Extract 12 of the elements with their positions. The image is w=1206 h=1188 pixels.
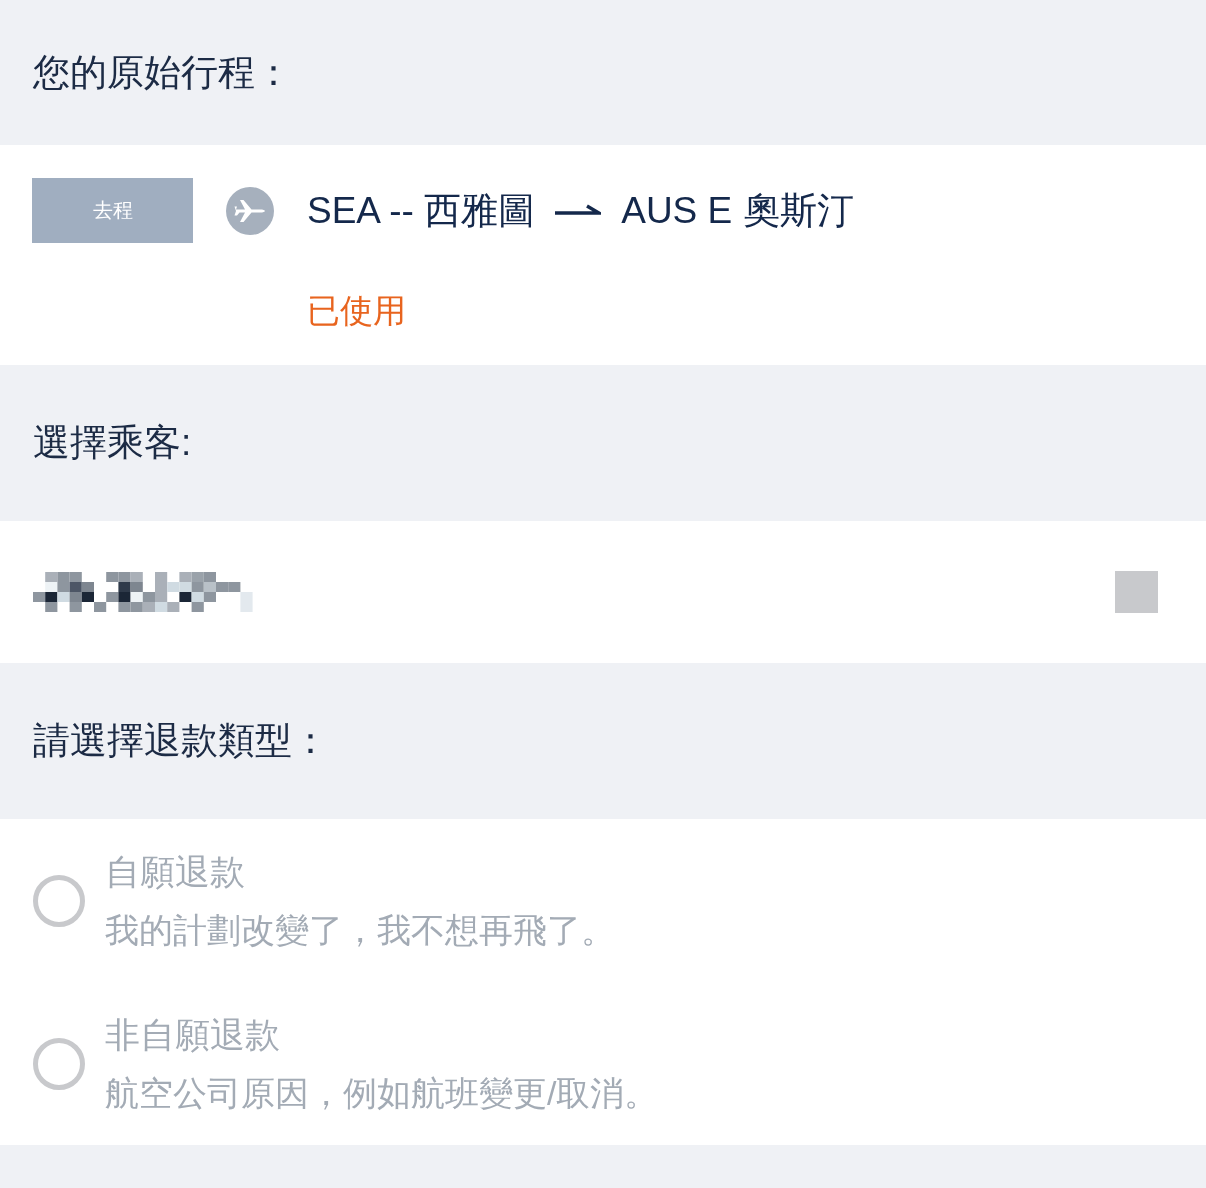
- airplane-icon: [226, 186, 274, 235]
- section-title: 您的原始行程：: [33, 50, 292, 95]
- segment-status: 已使用: [307, 291, 406, 331]
- option-description: 我的計劃改變了，我不想再飛了。: [105, 910, 615, 951]
- section-title: 選擇乘客:: [33, 421, 192, 465]
- option-description: 航空公司原因，例如航班變更/取消。: [105, 1073, 659, 1114]
- section-title: 請選擇退款類型：: [33, 719, 329, 763]
- origin-text: SEA -- 西雅圖: [307, 188, 536, 233]
- destination-text: AUS E 奧斯汀: [621, 188, 854, 233]
- option-label: 自願退款: [105, 851, 245, 893]
- option-label: 非自願退款: [105, 1014, 280, 1056]
- trip-direction-tag: 去程: [32, 178, 193, 243]
